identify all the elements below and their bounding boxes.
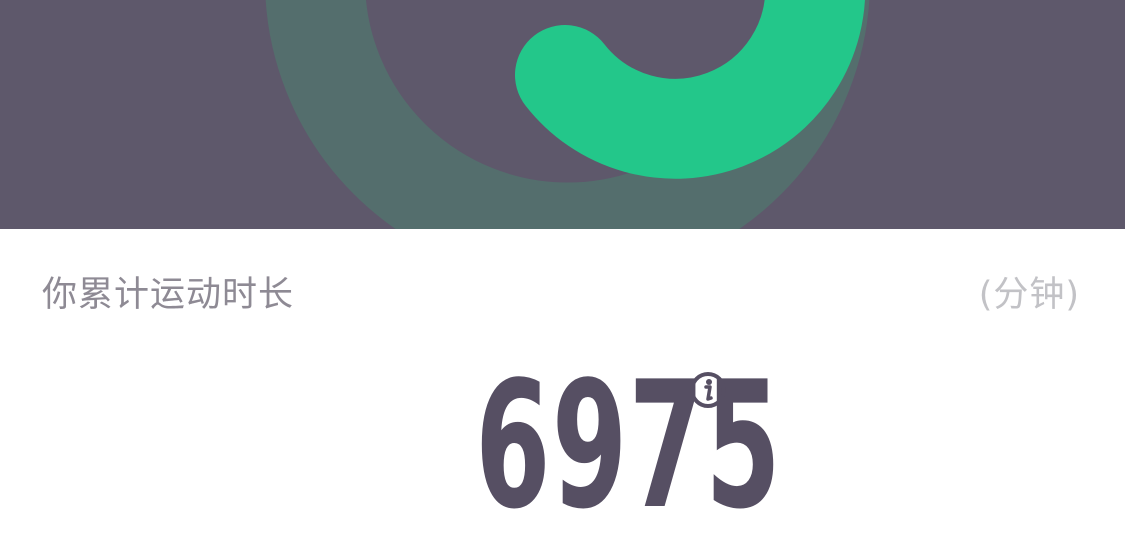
total-exercise-minutes-value: 6975 <box>475 345 783 548</box>
stats-title-row: 你累计运动时长 (分钟) <box>0 270 1125 320</box>
progress-ring-fill <box>515 0 865 179</box>
progress-ring <box>265 0 870 229</box>
unit-minutes-label: (分钟) <box>978 275 1080 315</box>
total-exercise-duration-label: 你累计运动时长 <box>42 275 295 315</box>
hero-banner <box>0 0 1125 229</box>
info-icon[interactable] <box>689 371 727 409</box>
